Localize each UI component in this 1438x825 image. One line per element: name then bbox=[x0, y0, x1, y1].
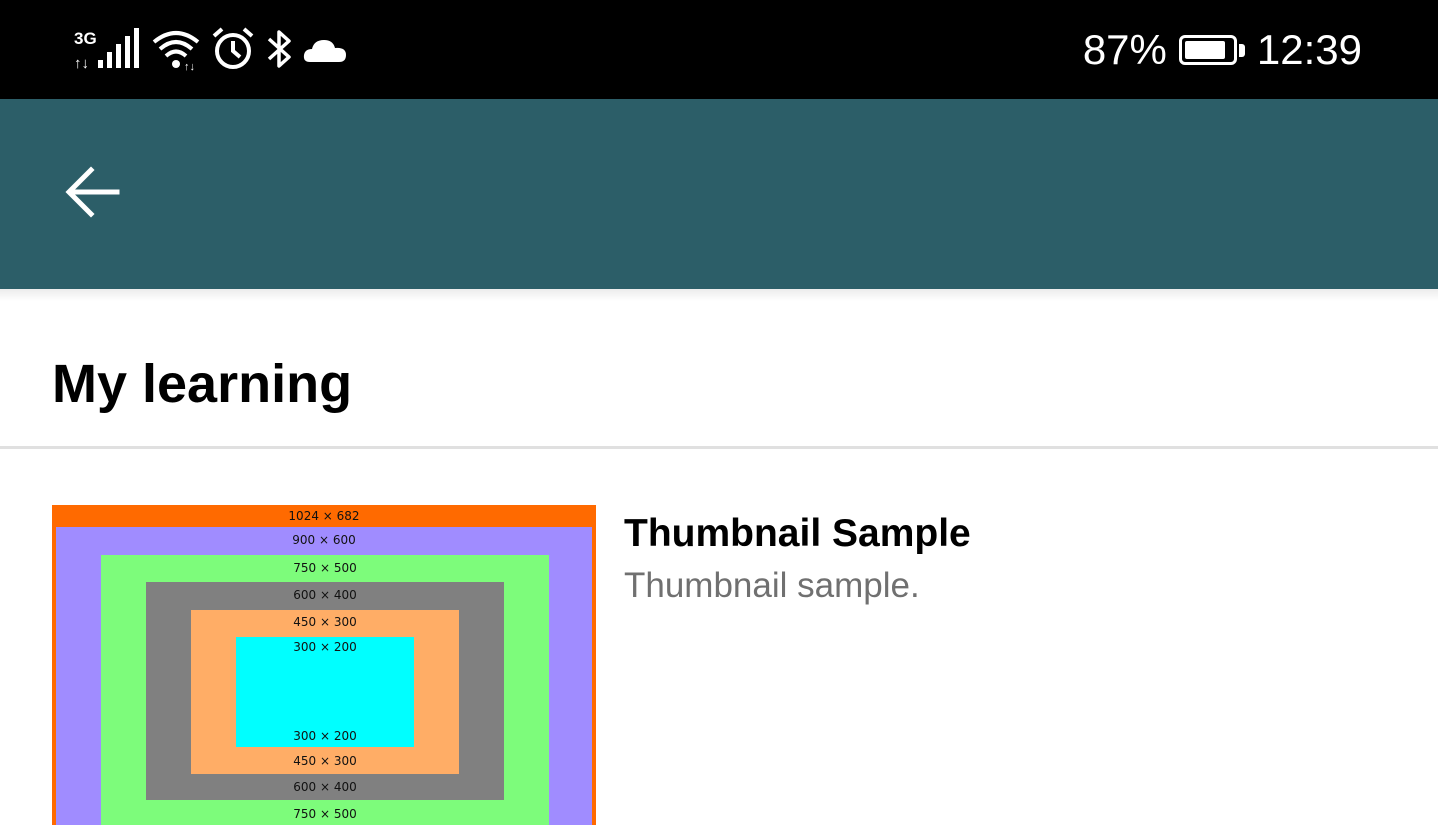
signal-icon: 3G ↑↓ bbox=[72, 26, 142, 72]
app-bar-shadow bbox=[0, 289, 1438, 301]
thumbnail-label: 450 × 300 bbox=[293, 615, 357, 629]
bluetooth-icon bbox=[264, 26, 294, 72]
wifi-icon: ↑↓ bbox=[150, 26, 202, 72]
thumbnail-label: 600 × 400 bbox=[293, 588, 357, 602]
thumbnail-label: 450 × 300 bbox=[293, 754, 357, 768]
thumbnail-label: 1024 × 682 bbox=[288, 509, 360, 523]
thumbnail-label: 600 × 400 bbox=[293, 780, 357, 794]
status-icons: 3G ↑↓ ↑↓ bbox=[72, 24, 348, 74]
course-description: Thumbnail sample. bbox=[624, 566, 920, 605]
thumbnail-label: 750 × 500 bbox=[293, 807, 357, 821]
course-thumbnail: 1024 × 682 900 × 600 750 × 500 750 × 500… bbox=[52, 505, 596, 825]
battery-icon bbox=[1178, 35, 1245, 65]
thumbnail-label: 300 × 200 bbox=[293, 729, 357, 743]
thumbnail-label: 300 × 200 bbox=[293, 640, 357, 654]
back-button[interactable] bbox=[48, 153, 138, 235]
battery-percent: 87% bbox=[1082, 26, 1167, 73]
arrow-left-icon bbox=[63, 162, 123, 227]
app-bar bbox=[0, 99, 1438, 289]
course-item[interactable]: 1024 × 682 900 × 600 750 × 500 750 × 500… bbox=[0, 452, 1438, 825]
thumbnail-frame-6: 300 × 200 300 × 200 bbox=[236, 637, 414, 747]
cloud-icon bbox=[302, 26, 348, 72]
network-type-label: 3G bbox=[74, 29, 97, 48]
clock: 12:39 bbox=[1256, 26, 1362, 73]
svg-text:↑↓: ↑↓ bbox=[74, 55, 89, 72]
course-title: Thumbnail Sample bbox=[624, 512, 971, 555]
status-bar: 3G ↑↓ ↑↓ 87% 12:39 bbox=[0, 0, 1438, 99]
thumbnail-label: 900 × 600 bbox=[292, 533, 356, 547]
thumbnail-label: 750 × 500 bbox=[293, 561, 357, 575]
page-title: My learning bbox=[52, 354, 353, 414]
status-right: 87% 12:39 bbox=[1083, 22, 1362, 78]
section-header: My learning bbox=[0, 301, 1438, 449]
alarm-icon bbox=[210, 26, 256, 72]
svg-text:↑↓: ↑↓ bbox=[184, 61, 195, 72]
